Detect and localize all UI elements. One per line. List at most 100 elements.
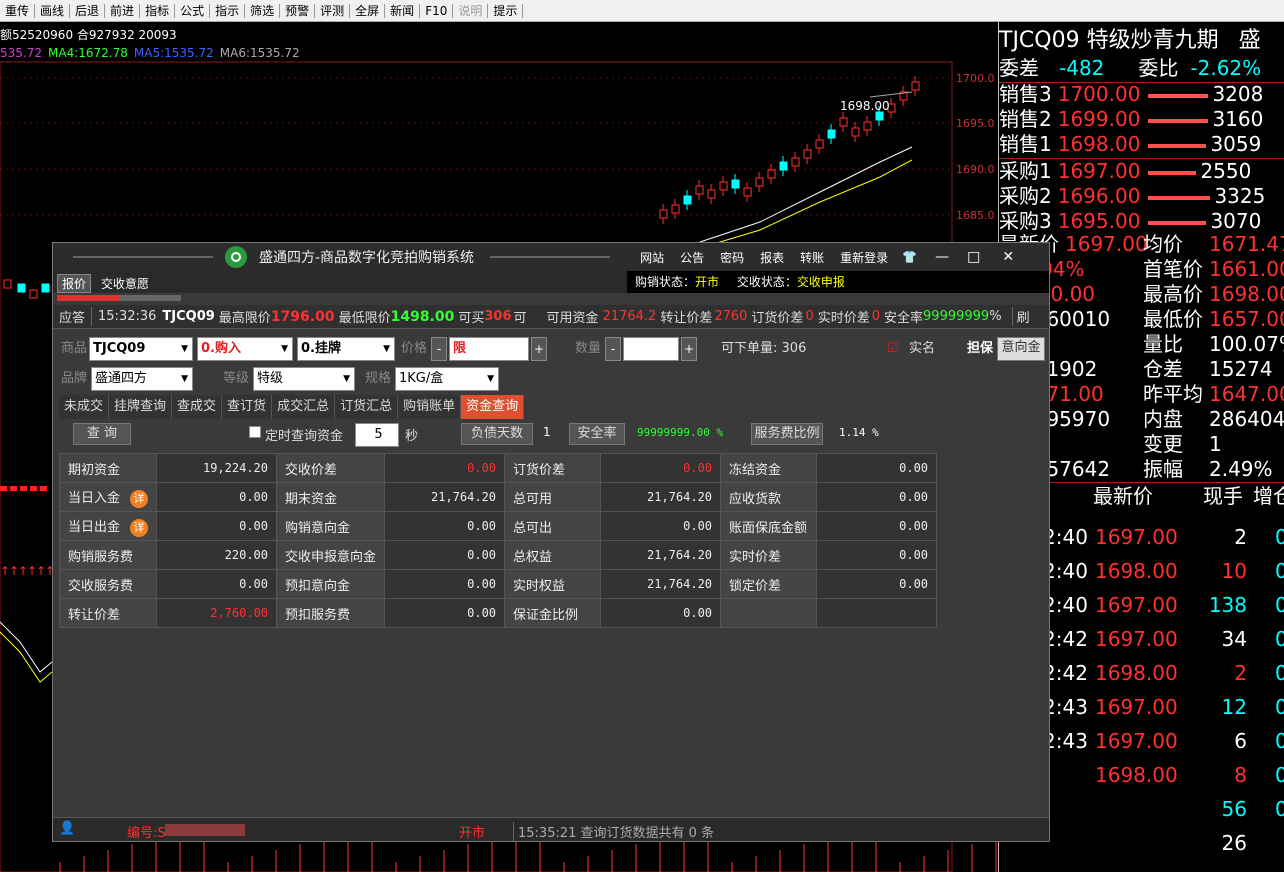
- qty-input[interactable]: [623, 337, 679, 361]
- candle: [839, 117, 848, 127]
- candle: [803, 149, 812, 159]
- menu-item[interactable]: 画线: [35, 3, 71, 18]
- funds-value: 21,764.20: [600, 540, 722, 570]
- shirt-icon[interactable]: 👕: [902, 250, 917, 264]
- maximize-icon[interactable]: □: [967, 249, 980, 265]
- funds-row: 当日出金详 0.00 购销意向金 0.00 总可出 0.00 账面保底金额 0.00: [58, 511, 938, 541]
- tab-delivery-intent[interactable]: 交收意愿: [101, 275, 149, 292]
- refresh-button[interactable]: 刷: [1011, 307, 1034, 326]
- title-link[interactable]: 转账: [800, 249, 824, 266]
- title-link[interactable]: 报表: [760, 249, 784, 266]
- menu-item[interactable]: 后退: [70, 3, 106, 18]
- query-tab[interactable]: 未成交: [59, 395, 110, 419]
- title-link[interactable]: 网站: [640, 249, 664, 266]
- spec-select[interactable]: 1KG/盒 ▼: [395, 367, 499, 391]
- debt-days-button[interactable]: 负债天数: [461, 423, 533, 445]
- candle: [719, 181, 728, 191]
- volume-bar: [30, 486, 37, 491]
- dialog-titlebar[interactable]: 盛通四方-商品数字化竞拍购销系统 网站 公告 密码 报表 转账 重新登录 👕 — □ ✕: [53, 243, 1049, 271]
- qty-label: 数量: [575, 341, 602, 356]
- menu-item[interactable]: 指标: [140, 3, 176, 18]
- guarantee-button[interactable]: 担保: [967, 337, 993, 361]
- menu-item[interactable]: 筛选: [245, 3, 281, 18]
- menu-item[interactable]: 新闻: [385, 3, 421, 18]
- menu-item[interactable]: 全屏: [350, 3, 386, 18]
- query-tab[interactable]: 挂牌查询: [109, 395, 173, 419]
- menu-item[interactable]: 提示: [488, 3, 524, 18]
- candle: [695, 185, 704, 195]
- bid-level[interactable]: 采购3 1695.00 3070: [999, 209, 1261, 234]
- close-icon[interactable]: ✕: [1002, 249, 1014, 265]
- goods-select[interactable]: TJCQ09 ▼: [89, 337, 193, 361]
- funds-value: 21,764.20: [600, 569, 722, 599]
- funds-value: 0.00: [816, 482, 938, 512]
- qty-plus-button[interactable]: +: [681, 337, 697, 361]
- minimize-icon[interactable]: —: [935, 249, 949, 265]
- direction-select[interactable]: 0.购入 ▼: [197, 337, 293, 361]
- title-link[interactable]: 公告: [680, 249, 704, 266]
- funds-key: [720, 598, 818, 628]
- candle: [3, 279, 12, 289]
- query-tabs: 未成交 挂牌查询 查成交 查订货 成交汇总 订货汇总 购销账单 资金查询: [59, 395, 525, 419]
- menu-item[interactable]: 说明: [453, 3, 489, 18]
- weicha-row: 委差 -482 委比 -2.62%: [999, 56, 1262, 80]
- menu-item[interactable]: F10: [420, 3, 454, 18]
- price-plus-button[interactable]: +: [531, 337, 547, 361]
- funds-value: 0.00: [816, 453, 938, 483]
- menu-item[interactable]: 重传: [0, 3, 36, 18]
- user-icon: 👤: [59, 821, 76, 836]
- price-input[interactable]: 限: [449, 337, 529, 361]
- title-link[interactable]: 重新登录: [840, 249, 888, 266]
- ask-level[interactable]: 销售2 1699.00 3160: [999, 107, 1263, 132]
- intent-money-button[interactable]: 意向金: [997, 337, 1045, 361]
- timer-stepper[interactable]: 5: [355, 423, 399, 447]
- query-tab[interactable]: 订货汇总: [335, 395, 399, 419]
- query-button[interactable]: 查 询: [73, 423, 131, 445]
- candle: [17, 283, 26, 293]
- ask-level[interactable]: 销售3 1700.00 3208: [999, 82, 1263, 107]
- menu-item[interactable]: 预警: [280, 3, 316, 18]
- menu-item[interactable]: 前进: [105, 3, 141, 18]
- realname-checkbox[interactable]: ☑: [887, 337, 899, 361]
- funds-value: 0.00: [384, 511, 506, 541]
- price-tick-label: 1685.0: [956, 209, 995, 222]
- tab-quote[interactable]: 报价: [57, 274, 92, 293]
- funds-key: 期末资金: [276, 482, 386, 512]
- spec-label: 规格: [365, 371, 392, 386]
- price-label: 价格: [401, 341, 428, 356]
- candle: [671, 204, 680, 214]
- safety-button[interactable]: 安全率: [569, 423, 625, 445]
- query-tab[interactable]: 查成交: [172, 395, 223, 419]
- funds-key: 总可用: [504, 482, 602, 512]
- query-tab[interactable]: 资金查询: [461, 395, 525, 419]
- brand-select[interactable]: 盛通四方 ▼: [91, 367, 193, 391]
- query-tab[interactable]: 成交汇总: [272, 395, 336, 419]
- grade-select[interactable]: 特级 ▼: [253, 367, 355, 391]
- timer-unit: 秒: [405, 429, 419, 444]
- detail-icon[interactable]: 详: [130, 489, 149, 508]
- qty-minus-button[interactable]: -: [605, 337, 621, 361]
- menu-item[interactable]: 指示: [210, 3, 246, 18]
- chevron-down-icon: ▼: [281, 344, 288, 354]
- funds-key: 当日入金详: [58, 482, 158, 512]
- delivery-status: 交收申报: [796, 275, 845, 289]
- menu-item[interactable]: 公式: [175, 3, 211, 18]
- funds-value: 0.00: [600, 511, 722, 541]
- query-tab[interactable]: 查订货: [222, 395, 273, 419]
- detail-icon[interactable]: 详: [130, 518, 149, 537]
- bid-level[interactable]: 采购1 1697.00 2550: [999, 159, 1251, 184]
- timer-checkbox[interactable]: [249, 426, 261, 438]
- fee-ratio-button[interactable]: 服务费比例: [751, 423, 823, 445]
- funds-key: 实时权益: [504, 569, 602, 599]
- query-tab[interactable]: 购销账单: [398, 395, 462, 419]
- title-link[interactable]: 密码: [720, 249, 744, 266]
- price-minus-button[interactable]: -: [431, 337, 447, 361]
- safety-value: 99999999.00 %: [637, 426, 724, 439]
- menu-item[interactable]: 评测: [315, 3, 351, 18]
- ask-level[interactable]: 销售1 1698.00 3059: [999, 132, 1261, 157]
- order-type-select[interactable]: 0.挂牌 ▼: [297, 337, 395, 361]
- candle: [791, 157, 800, 167]
- trading-dialog: 盛通四方-商品数字化竞拍购销系统 网站 公告 密码 报表 转账 重新登录 👕 — □ ✕ …: [52, 242, 1050, 842]
- funds-table: 期初资金 19,224.20 交收价差 0.00 订货价差 0.00 冻结资金 0.00 当日入…: [58, 453, 938, 628]
- bid-level[interactable]: 采购2 1696.00 3325: [999, 184, 1265, 209]
